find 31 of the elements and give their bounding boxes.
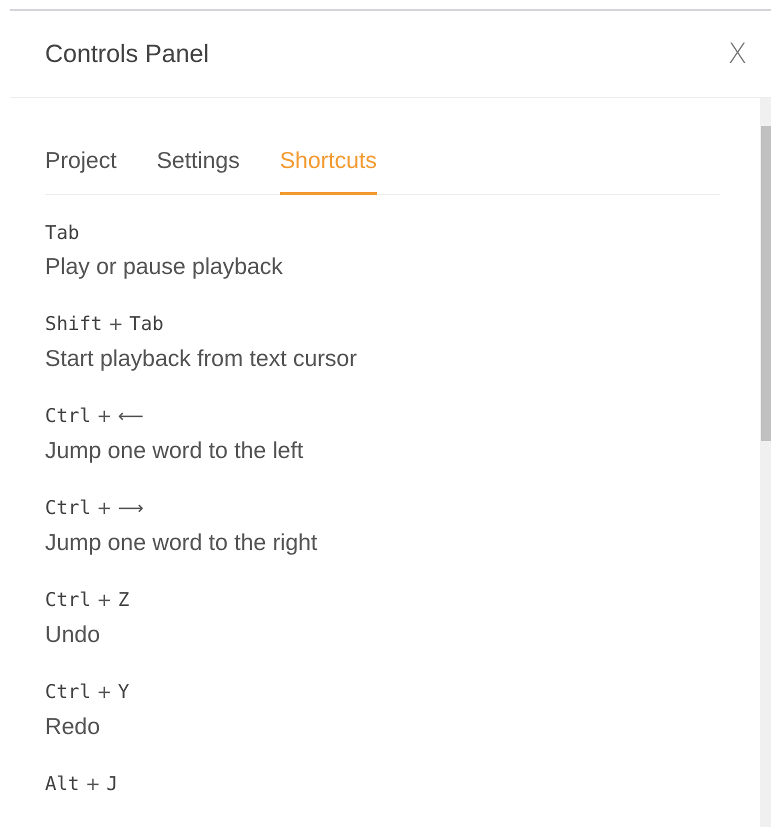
close-button[interactable]: X [724,40,751,68]
key-label: Tab [45,220,80,246]
plus-sign: + [96,680,112,704]
scrollbar[interactable] [760,98,771,827]
key-label: Ctrl [45,588,91,612]
scrollbar-thumb[interactable] [761,126,771,441]
tab[interactable]: Settings [156,143,240,194]
plus-sign: + [85,772,100,796]
shortcut-description: Jump one word to the right [45,528,318,557]
plus-sign: + [96,496,112,520]
key-label: Tab [129,312,164,336]
plus-sign: + [96,588,112,612]
shortcut-description: Play or pause playback [45,252,284,281]
shortcut-description: Jump one word to the left [45,436,304,465]
plus-sign: + [96,404,112,428]
panel-title: Controls Panel [45,39,209,69]
key-label: Y [118,680,130,704]
key-label: Alt [45,772,80,796]
arrow-symbol: ⟶ [118,496,144,520]
key-label: Z [118,588,130,612]
shortcut-description: Redo [45,712,101,740]
key-label: Ctrl [45,680,91,704]
plus-sign: + [108,312,124,336]
key-label: Ctrl [45,404,91,428]
key-label: Ctrl [45,496,91,520]
shortcut-description: Undo [45,620,101,648]
tab[interactable]: Project [45,143,117,194]
arrow-symbol: ⟵ [118,404,144,428]
key-label: J [106,772,118,796]
key-label: Shift [45,312,102,336]
shortcut-description: Start playback from text cursor [45,344,358,373]
